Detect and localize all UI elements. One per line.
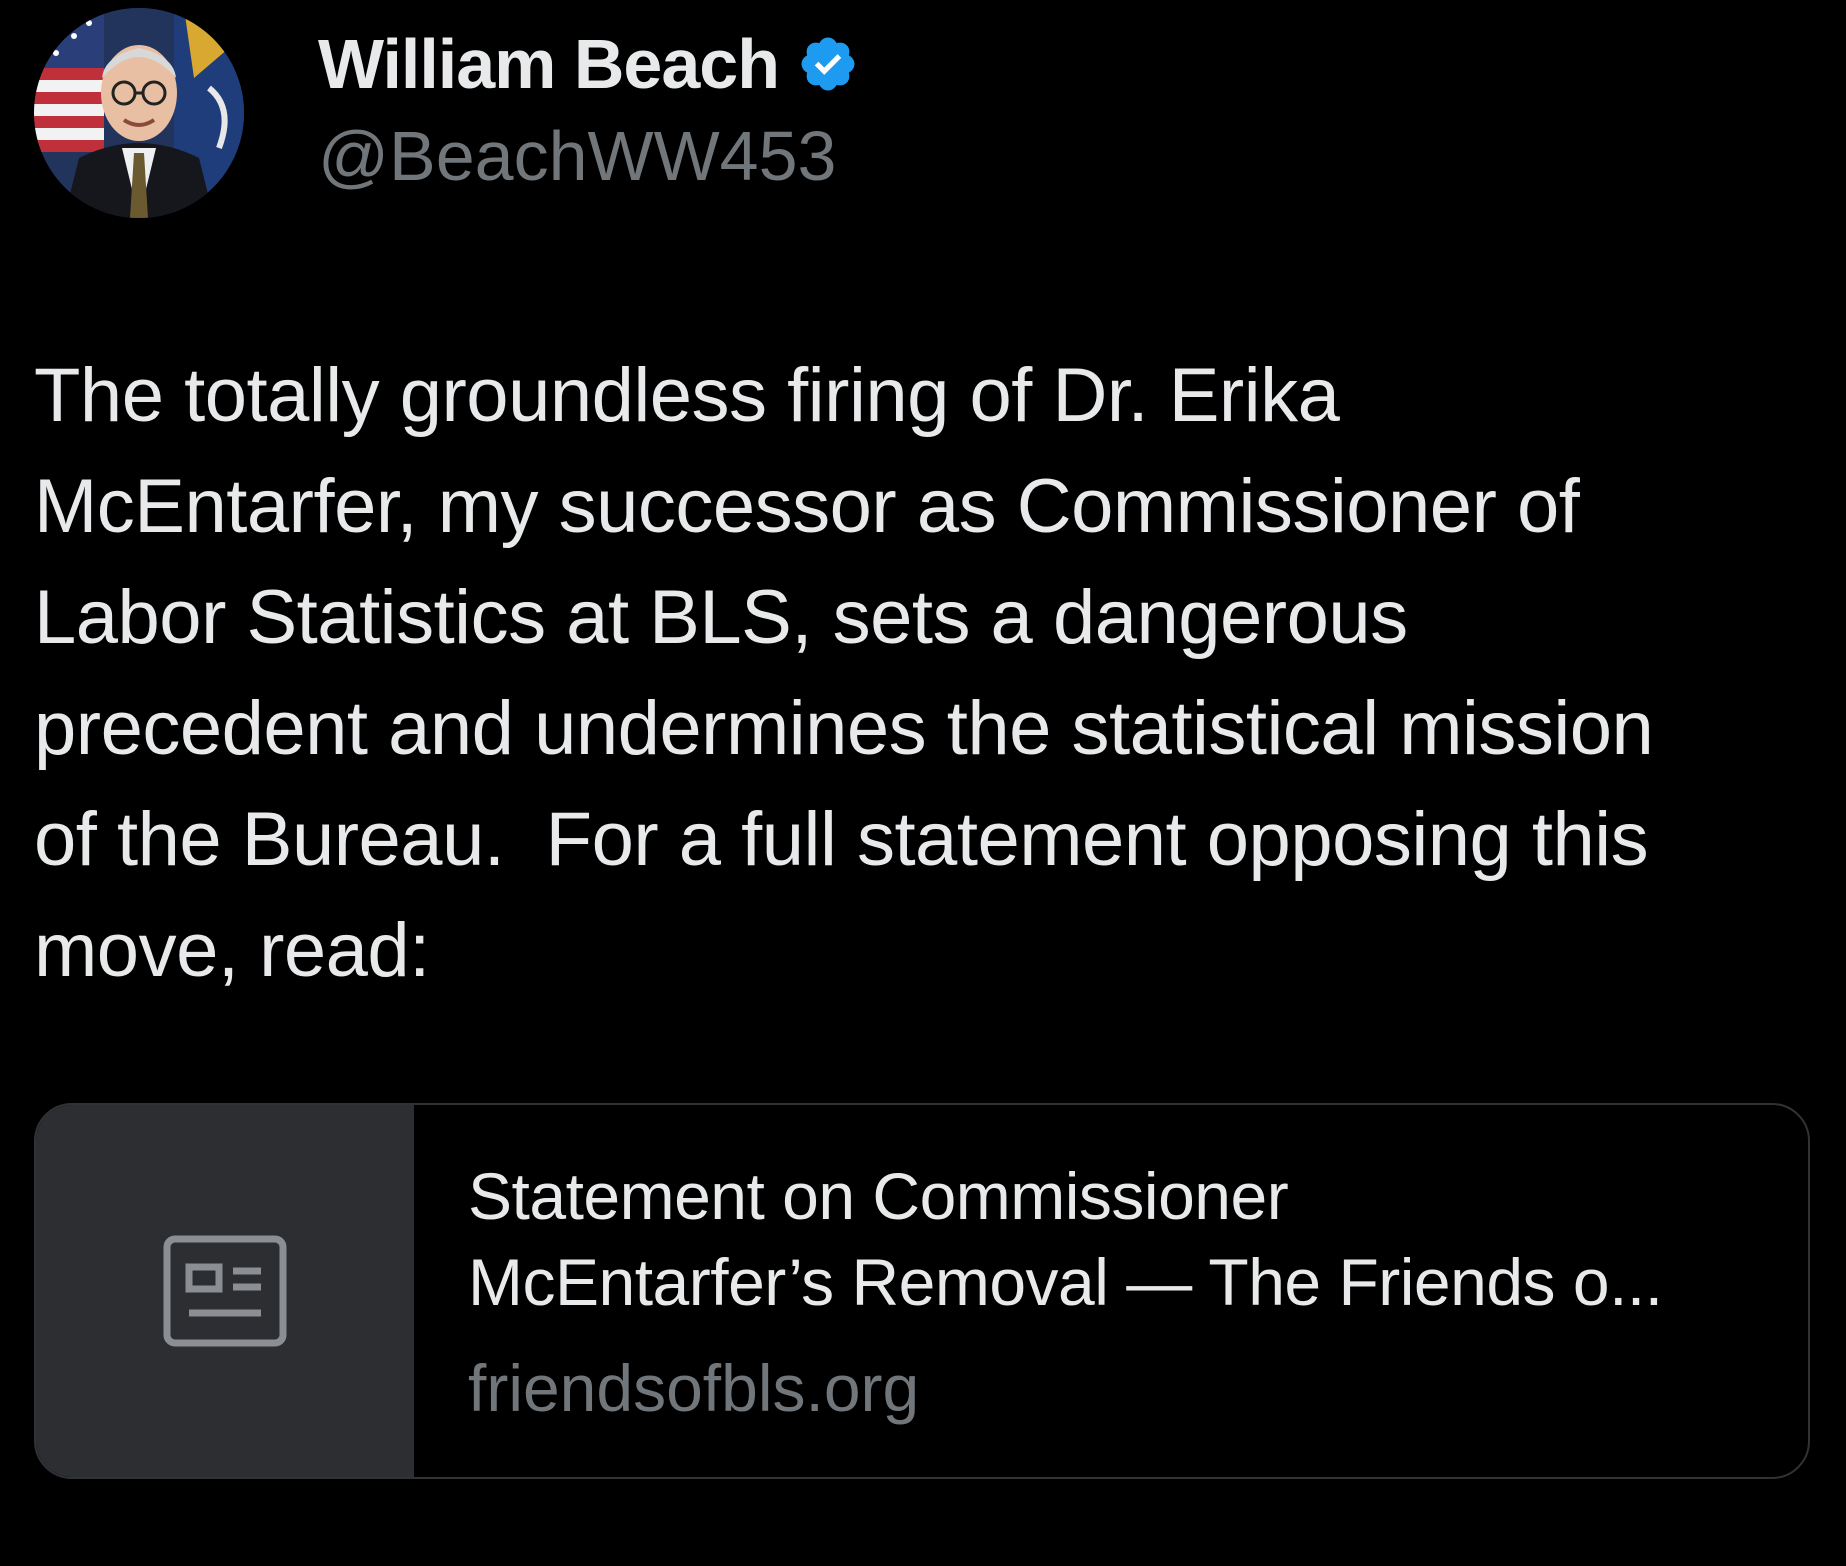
tweet: William Beach @BeachWW453 The totally gr… (0, 0, 1846, 1566)
name-row: William Beach (318, 24, 859, 104)
tweet-text-line: move, read: (34, 908, 430, 993)
tweet-text-line: precedent and undermines the statistical… (34, 686, 1654, 771)
tweet-text: The totally groundless firing of Dr. Eri… (34, 340, 1824, 1006)
tweet-text-line: Labor Statistics at BLS, sets a dangerou… (34, 575, 1408, 660)
verified-badge-icon[interactable] (797, 33, 859, 95)
card-title-line: Statement on Commissioner (468, 1159, 1289, 1233)
card-title-line: McEntarfer’s Removal — The Friends o... (468, 1245, 1663, 1319)
display-name[interactable]: William Beach (318, 24, 780, 104)
card-info: Statement on Commissioner McEntarfer’s R… (414, 1105, 1663, 1477)
tweet-text-line: The totally groundless firing of Dr. Eri… (34, 353, 1340, 438)
card-thumbnail (36, 1105, 414, 1477)
link-preview-card[interactable]: Statement on Commissioner McEntarfer’s R… (34, 1103, 1810, 1479)
tweet-text-line: of the Bureau. For a full statement oppo… (34, 797, 1649, 882)
profile-photo (34, 8, 244, 218)
article-icon (163, 1235, 287, 1347)
tweet-header: William Beach @BeachWW453 (34, 8, 859, 218)
author-handle[interactable]: @BeachWW453 (318, 116, 859, 196)
author-names: William Beach @BeachWW453 (318, 24, 859, 196)
avatar[interactable] (34, 8, 244, 218)
tweet-text-line: McEntarfer, my successor as Commissioner… (34, 464, 1580, 549)
card-domain: friendsofbls.org (468, 1351, 920, 1425)
